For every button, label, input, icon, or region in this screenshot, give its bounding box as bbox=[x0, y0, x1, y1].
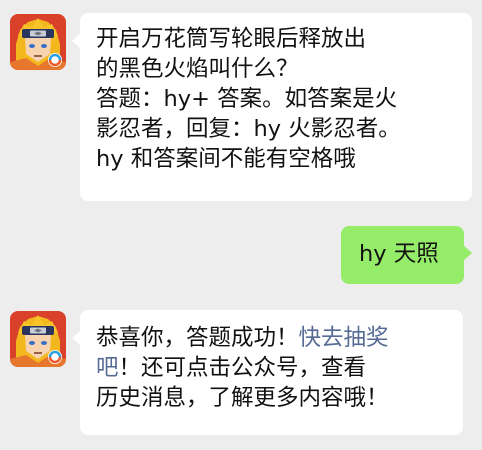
message-text-line: 答题：hy+ 答案。如答案是火 bbox=[96, 86, 398, 112]
message-text: ！还可点击公众号，查看 bbox=[118, 355, 367, 381]
message-text-line: 的黑色火焰叫什么？ bbox=[96, 56, 299, 82]
message-text-line: hy 和答案间不能有空格哦 bbox=[96, 146, 356, 172]
lottery-link[interactable]: 吧 bbox=[96, 355, 119, 381]
account-avatar[interactable] bbox=[10, 311, 66, 367]
message-text-line: 开启万花筒写轮眼后释放出 bbox=[96, 26, 367, 52]
lottery-link[interactable]: 快去抽奖 bbox=[299, 325, 389, 351]
message-text-line: 历史消息，了解更多内容哦！ bbox=[96, 385, 389, 411]
message-bubble-incoming[interactable]: 恭喜你，答题成功！快去抽奖 吧！还可点击公众号，查看 历史消息，了解更多内容哦！ bbox=[72, 310, 463, 435]
message-text-line: 恭喜你，答题成功！快去抽奖 bbox=[96, 323, 451, 353]
ninja-avatar-icon bbox=[10, 311, 66, 367]
message-text: 恭喜你，答题成功！ bbox=[96, 325, 299, 351]
message-bubble-outgoing[interactable]: hy 天照 bbox=[341, 226, 472, 284]
message-text-line: 影忍者，回复：hy 火影忍者。 bbox=[96, 116, 401, 142]
account-avatar[interactable] bbox=[10, 14, 66, 70]
message-text-line: 吧！还可点击公众号，查看 bbox=[96, 353, 451, 383]
message-bubble-incoming[interactable]: 开启万花筒写轮眼后释放出 的黑色火焰叫什么？ 答题：hy+ 答案。如答案是火 影… bbox=[72, 13, 472, 201]
ninja-avatar-icon bbox=[10, 14, 66, 70]
message-text: hy 天照 bbox=[359, 241, 439, 267]
